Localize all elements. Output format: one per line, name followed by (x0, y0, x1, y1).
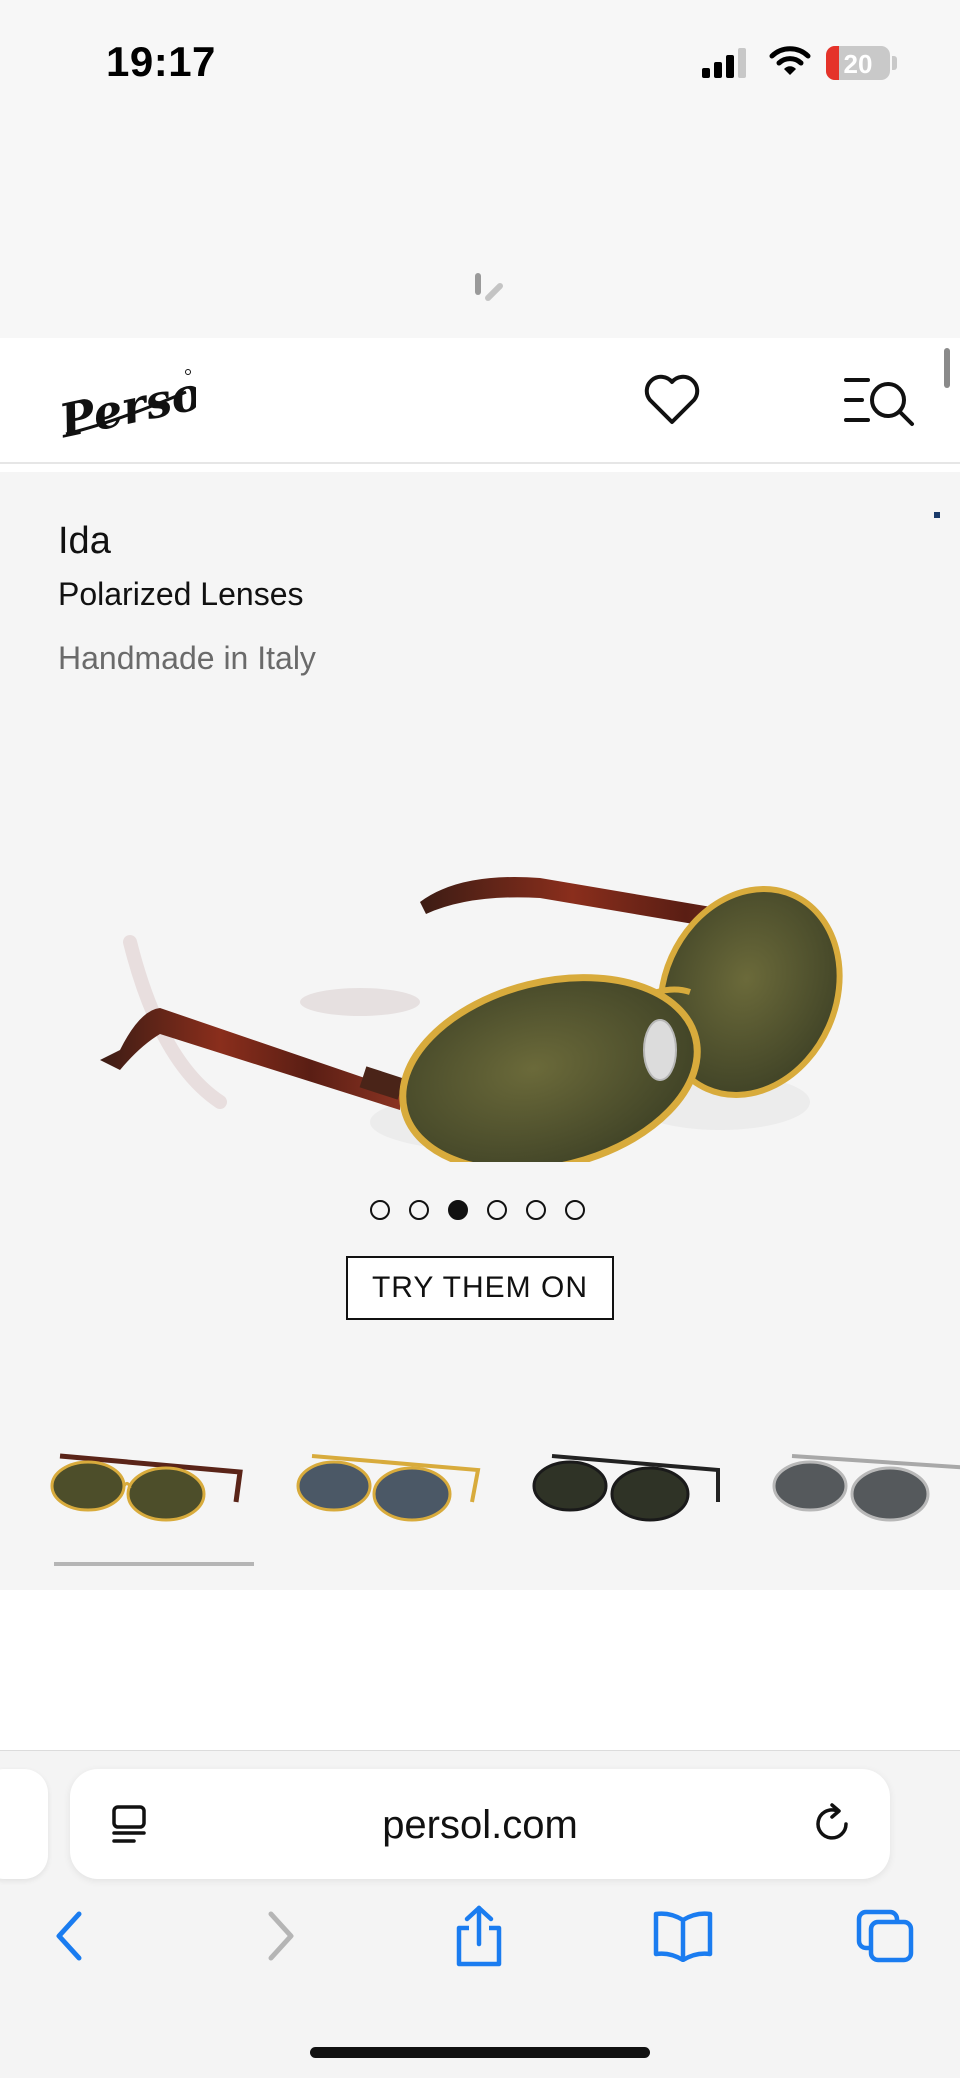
loading-spinner-icon (475, 273, 503, 301)
variant-swatch-silver-grey[interactable] (762, 1432, 960, 1542)
tabs-button[interactable] (850, 1901, 920, 1971)
status-time: 19:17 (106, 38, 216, 85)
accent-dot (934, 512, 940, 518)
page-blank-area (0, 1590, 960, 1750)
persol-logo[interactable]: Persol (56, 352, 196, 452)
carousel-dot[interactable] (409, 1200, 429, 1220)
battery-icon: 20 (826, 46, 890, 80)
browser-bottom-bar: persol.com (0, 1750, 960, 2078)
variant-swatch-gold-green[interactable] (40, 1432, 250, 1542)
menu-search-icon[interactable] (840, 370, 920, 430)
back-button[interactable] (36, 1901, 106, 1971)
variant-swatch-black-green[interactable] (522, 1432, 732, 1542)
status-bar: 19:17 20 (0, 0, 960, 120)
carousel-dot[interactable] (487, 1200, 507, 1220)
product-section: Ida Polarized Lenses Handmade in Italy T… (0, 472, 960, 1590)
forward-button[interactable] (244, 1901, 314, 1971)
battery-level: 20 (843, 49, 873, 79)
variant-thumbnail (772, 1454, 960, 1522)
browser-toolbar (0, 1901, 960, 1991)
carousel-dot[interactable] (448, 1200, 468, 1220)
back-icon (56, 1911, 82, 1961)
variant-thumbnail (50, 1453, 243, 1522)
product-image[interactable] (100, 802, 880, 1162)
product-name: Ida (58, 520, 111, 562)
url-text[interactable]: persol.com (70, 1803, 890, 1848)
share-icon (456, 1905, 502, 1967)
battery-nub (892, 56, 897, 70)
tabs-icon (856, 1909, 914, 1963)
site-header: Persol (0, 338, 960, 464)
previous-tab-card[interactable] (0, 1769, 48, 1879)
wifi-icon (769, 46, 811, 75)
loading-area (0, 120, 960, 338)
selected-variant-indicator (54, 1562, 254, 1566)
bookmarks-button[interactable] (648, 1901, 718, 1971)
try-them-on-button[interactable]: TRY THEM ON (346, 1256, 614, 1320)
product-origin: Handmade in Italy (58, 640, 316, 676)
product-lens-type: Polarized Lenses (58, 576, 304, 612)
forward-icon (268, 1911, 294, 1961)
home-indicator[interactable] (310, 2047, 650, 2058)
svg-text:Persol: Persol (56, 362, 196, 449)
page-scrollbar[interactable] (944, 348, 950, 388)
bookmarks-icon (653, 1911, 713, 1962)
carousel-dot[interactable] (370, 1200, 390, 1220)
carousel-pagination (370, 1200, 585, 1220)
variant-thumbnail (296, 1454, 481, 1522)
carousel-dot[interactable] (565, 1200, 585, 1220)
heart-icon[interactable] (640, 368, 704, 432)
variant-swatch-gold-blue[interactable] (282, 1432, 492, 1542)
carousel-dot[interactable] (526, 1200, 546, 1220)
cellular-signal-icon (702, 48, 746, 78)
color-variant-list (0, 1432, 960, 1562)
address-bar[interactable]: persol.com (70, 1769, 890, 1879)
share-button[interactable] (444, 1901, 514, 1971)
variant-thumbnail (532, 1454, 720, 1522)
reload-icon[interactable] (812, 1803, 854, 1845)
